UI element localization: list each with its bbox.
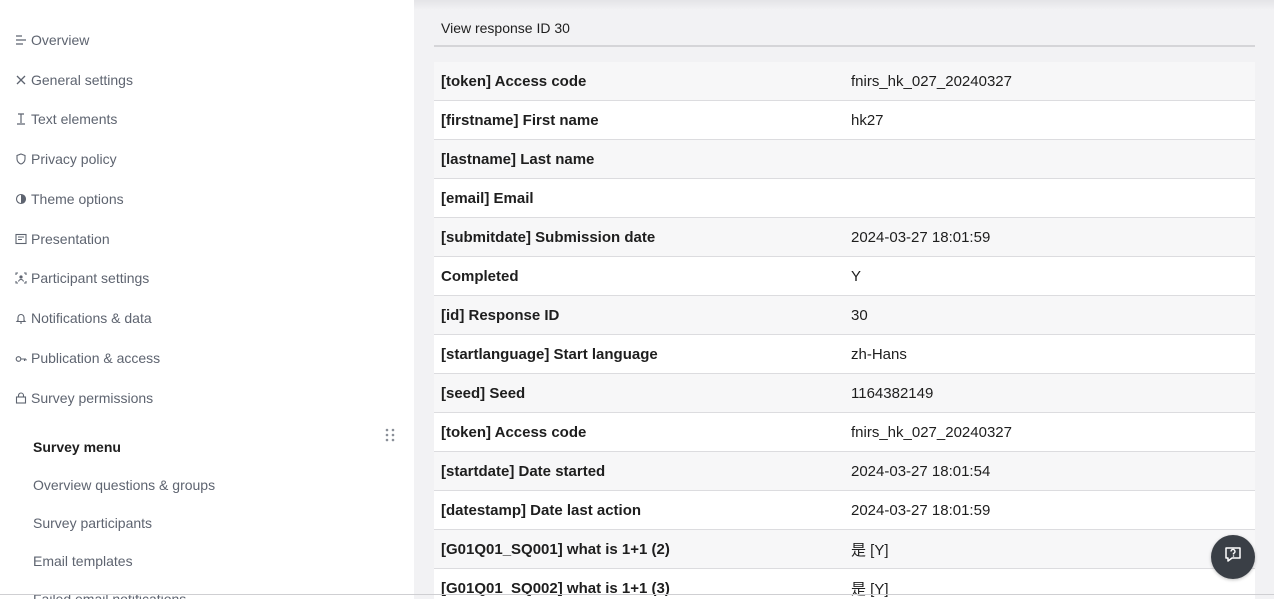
survey-menu-link-survey-participants[interactable]: Survey participants: [33, 515, 152, 531]
sidebar-item-general-settings[interactable]: General settings: [15, 69, 133, 91]
field-value: fnirs_hk_027_20240327: [851, 423, 1012, 441]
table-row: [id] Response ID 30: [434, 296, 1255, 335]
field-value: hk27: [851, 111, 884, 129]
field-value: 2024-03-27 18:01:59: [851, 501, 991, 519]
table-row: [submitdate] Submission date 2024-03-27 …: [434, 218, 1255, 257]
sidebar-item-presentation[interactable]: Presentation: [15, 228, 110, 250]
field-name: [seed] Seed: [441, 384, 526, 402]
sidebar-item-privacy-policy[interactable]: Privacy policy: [15, 148, 117, 170]
table-row: [startdate] Date started 2024-03-27 18:0…: [434, 452, 1255, 491]
sidebar-item-label: Notifications & data: [31, 310, 152, 326]
field-name: [submitdate] Submission date: [441, 228, 656, 246]
sidebar-item-label: General settings: [31, 72, 133, 88]
help-chat-icon: [1224, 546, 1242, 569]
field-value: 30: [851, 306, 868, 324]
table-row: [G01Q01_SQ001] what is 1+1 (2) 是 [Y]: [434, 530, 1255, 569]
help-chat-button[interactable]: [1211, 535, 1255, 579]
sidebar-item-theme-options[interactable]: Theme options: [15, 188, 124, 210]
table-row: [datestamp] Date last action 2024-03-27 …: [434, 491, 1255, 530]
sidebar-item-publication-access[interactable]: Publication & access: [15, 347, 160, 369]
lock-icon: [15, 392, 27, 404]
key-icon: [15, 352, 27, 364]
field-value: Y: [851, 267, 862, 285]
survey-menu-link-failed-email-notifications[interactable]: Failed email notifications: [33, 591, 186, 599]
field-value: 2024-03-27 18:01:59: [851, 228, 991, 246]
sidebar-item-label: Text elements: [31, 111, 118, 127]
field-name: [G01Q01_SQ001] what is 1+1 (2): [441, 540, 670, 558]
response-table: [token] Access code fnirs_hk_027_2024032…: [434, 62, 1255, 599]
header-shadow: [414, 0, 1274, 10]
table-row: [startlanguage] Start language zh-Hans: [434, 335, 1255, 374]
field-name: [datestamp] Date last action: [441, 501, 642, 519]
table-row: [email] Email: [434, 179, 1255, 218]
title-divider: [434, 45, 1255, 47]
sidebar-item-label: Publication & access: [31, 350, 161, 366]
field-value: zh-Hans: [851, 345, 907, 363]
bell-icon: [15, 312, 27, 324]
sidebar-item-overview[interactable]: Overview: [15, 29, 89, 51]
sidebar-item-text-elements[interactable]: Text elements: [15, 108, 117, 130]
field-value: 是 [Y]: [851, 541, 889, 559]
sidebar-item-label: Survey permissions: [31, 390, 154, 406]
field-name: [email] Email: [441, 189, 534, 207]
table-row: [token] Access code fnirs_hk_027_2024032…: [434, 413, 1255, 452]
sidebar-item-participant-settings[interactable]: Participant settings: [15, 267, 149, 289]
survey-menu-link-email-templates[interactable]: Email templates: [33, 553, 133, 569]
tools-icon: [15, 74, 27, 86]
field-name: [lastname] Last name: [441, 150, 595, 168]
survey-menu-heading: Survey menu: [33, 439, 121, 455]
sidebar-item-notifications-data[interactable]: Notifications & data: [15, 307, 152, 329]
sidebar-item-label: Participant settings: [31, 270, 150, 286]
bottom-divider: [0, 594, 1274, 595]
field-value: 2024-03-27 18:01:54: [851, 462, 991, 480]
field-name: [startdate] Date started: [441, 462, 606, 480]
sidebar-item-survey-permissions[interactable]: Survey permissions: [15, 387, 153, 409]
field-name: [id] Response ID: [441, 306, 560, 324]
field-value: 1164382149: [851, 384, 934, 402]
page-title: View response ID 30: [441, 20, 570, 36]
sidebar-item-label: Overview: [31, 32, 90, 48]
table-row: [firstname] First name hk27: [434, 101, 1255, 140]
sidebar-item-label: Theme options: [31, 191, 124, 207]
text-cursor-icon: [15, 113, 27, 125]
presentation-icon: [15, 233, 27, 245]
sidebar: Overview General settings Text elements …: [0, 0, 414, 599]
field-name: Completed: [441, 267, 519, 285]
sidebar-item-label: Privacy policy: [31, 151, 117, 167]
main-panel: View response ID 30 [token] Access code …: [414, 0, 1274, 599]
sidebar-item-label: Presentation: [31, 231, 110, 247]
table-row: Completed Y: [434, 257, 1255, 296]
field-name: [firstname] First name: [441, 111, 599, 129]
shield-icon: [15, 153, 27, 165]
contrast-icon: [15, 193, 27, 205]
field-name: [startlanguage] Start language: [441, 345, 658, 363]
participant-icon: [15, 272, 27, 284]
survey-menu-link-overview-questions[interactable]: Overview questions & groups: [33, 477, 215, 493]
drag-handle-icon[interactable]: [384, 427, 396, 443]
field-name: [token] Access code: [441, 72, 587, 90]
table-row: [lastname] Last name: [434, 140, 1255, 179]
field-value: 是 [Y]: [851, 580, 889, 598]
overview-icon: [15, 34, 27, 46]
table-row: [token] Access code fnirs_hk_027_2024032…: [434, 62, 1255, 101]
field-name: [token] Access code: [441, 423, 587, 441]
table-row: [seed] Seed 1164382149: [434, 374, 1255, 413]
field-value: fnirs_hk_027_20240327: [851, 72, 1012, 90]
